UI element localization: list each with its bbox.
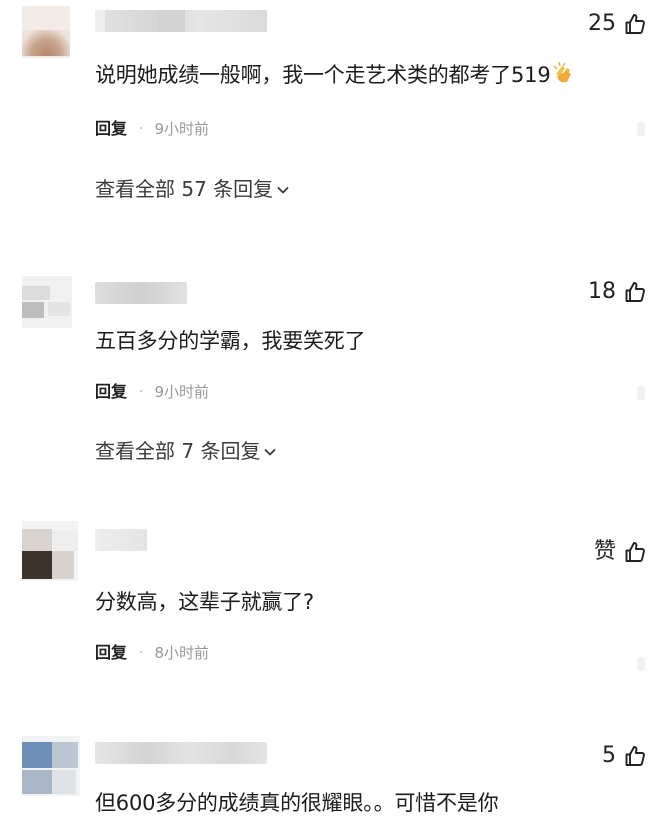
like-count: 25: [588, 11, 616, 36]
like-count: 赞: [593, 539, 616, 564]
faint-mark: [637, 122, 645, 136]
comment-list: 25 说明她成绩一般啊，我一个走艺术类的都考了519 回复 · 9小时前 查看全…: [0, 0, 661, 838]
comment-time: 9小时前: [154, 383, 210, 401]
username-blurred[interactable]: [95, 282, 187, 304]
view-all-replies-label: 查看全部 7 条回复: [95, 439, 261, 463]
view-all-replies-button[interactable]: 查看全部 57 条回复: [95, 176, 290, 202]
chevron-down-icon: [277, 187, 289, 194]
chevron-down-icon: [265, 449, 276, 456]
like-count: 18: [588, 279, 616, 304]
comment-item: 25 说明她成绩一般啊，我一个走艺术类的都考了519 回复 · 9小时前 查看全…: [0, 0, 661, 250]
username-blurred[interactable]: [95, 10, 267, 32]
reply-button[interactable]: 回复: [95, 119, 127, 139]
comment-item: 18 五百多分的学霸，我要笑死了 回复 · 9小时前 查看全部 7 条回复: [0, 268, 661, 508]
view-all-replies-label: 查看全部 57 条回复: [95, 177, 274, 201]
like-button[interactable]: 赞: [594, 539, 647, 565]
comment-meta: 回复 · 8小时前: [95, 643, 209, 663]
comment-meta: 回复 · 9小时前: [95, 119, 209, 139]
avatar[interactable]: [22, 736, 80, 796]
thumbs-up-icon: [625, 14, 645, 34]
meta-separator: ·: [139, 645, 144, 661]
username-blurred[interactable]: [95, 742, 267, 764]
comment-item: 5 但600多分的成绩真的很耀眼。。可惜不是你: [0, 728, 661, 838]
like-button[interactable]: 18: [588, 279, 647, 305]
comment-time: 8小时前: [154, 644, 210, 662]
reply-button[interactable]: 回复: [95, 643, 127, 663]
comment-text: 说明她成绩一般啊，我一个走艺术类的都考了519: [95, 60, 577, 90]
like-button[interactable]: 5: [602, 743, 647, 769]
like-button[interactable]: 25: [588, 11, 647, 37]
thumbs-up-icon: [625, 542, 645, 562]
avatar[interactable]: [22, 276, 72, 328]
meta-separator: ·: [139, 384, 144, 400]
faint-mark: [637, 657, 645, 671]
reply-button[interactable]: 回复: [95, 382, 127, 402]
view-all-replies-button[interactable]: 查看全部 7 条回复: [95, 438, 277, 464]
comment-meta: 回复 · 9小时前: [95, 382, 209, 402]
comment-text: 五百多分的学霸，我要笑死了: [95, 329, 366, 353]
comment-time: 9小时前: [154, 120, 210, 138]
avatar[interactable]: [22, 6, 70, 58]
clapping-hands-emoji-icon: [553, 61, 572, 83]
comment-item: 赞 分数高，这辈子就赢了? 回复 · 8小时前: [0, 515, 661, 715]
avatar[interactable]: [22, 521, 78, 581]
like-count: 5: [602, 743, 616, 768]
thumbs-up-icon: [625, 746, 645, 766]
faint-mark: [637, 386, 645, 400]
comment-text: 但600多分的成绩真的很耀眼。。可惜不是你: [95, 791, 499, 815]
comment-text: 分数高，这辈子就赢了?: [95, 590, 314, 614]
thumbs-up-icon: [625, 282, 645, 302]
meta-separator: ·: [139, 121, 144, 137]
username-blurred[interactable]: [95, 529, 147, 551]
